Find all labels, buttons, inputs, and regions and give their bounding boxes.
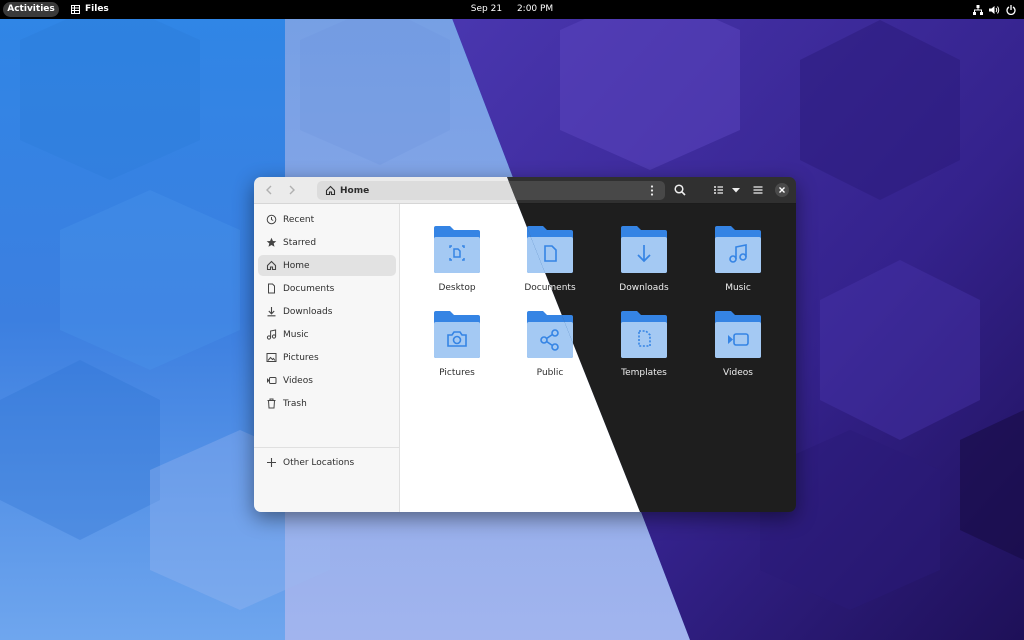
folder-downloads[interactable]: Downloads bbox=[604, 225, 684, 305]
files-window: Home Recent Starred Home Documents Downl… bbox=[254, 177, 796, 512]
sidebar-item-downloads[interactable]: Downloads bbox=[258, 301, 396, 322]
home-icon bbox=[266, 260, 277, 271]
folder-label: Pictures bbox=[439, 368, 475, 378]
home-icon bbox=[325, 185, 336, 196]
clock[interactable]: Sep 21 2:00 PM bbox=[0, 0, 1024, 19]
folder-music[interactable]: Music bbox=[698, 225, 778, 305]
system-tray[interactable] bbox=[973, 0, 1016, 19]
sidebar-item-label: Documents bbox=[283, 283, 335, 294]
clock-date: Sep 21 bbox=[470, 4, 503, 14]
list-view-icon[interactable] bbox=[712, 183, 726, 197]
downloads-folder-icon bbox=[621, 226, 667, 273]
forward-arrow-icon[interactable] bbox=[285, 183, 299, 197]
folder-label: Music bbox=[725, 283, 751, 293]
hamburger-menu-icon[interactable] bbox=[751, 183, 765, 197]
sidebar-item-label: Home bbox=[283, 260, 310, 271]
sidebar-item-label: Downloads bbox=[283, 306, 333, 317]
trash-icon bbox=[267, 398, 276, 409]
search-icon[interactable] bbox=[673, 183, 687, 197]
clock-time: 2:00 PM bbox=[516, 4, 554, 14]
picture-icon bbox=[266, 353, 277, 362]
sidebar-item-documents[interactable]: Documents bbox=[258, 278, 396, 299]
desktop-folder-icon bbox=[434, 226, 480, 273]
sidebar-separator bbox=[254, 447, 400, 448]
network-icon bbox=[973, 4, 983, 15]
sidebar-item-label: Other Locations bbox=[283, 457, 355, 468]
folder-label: Templates bbox=[621, 368, 667, 378]
sidebar-item-label: Recent bbox=[283, 214, 315, 225]
sidebar-item-label: Videos bbox=[283, 375, 313, 386]
folder-templates[interactable]: Templates bbox=[604, 310, 684, 390]
volume-icon bbox=[989, 5, 1000, 14]
path-menu-icon[interactable] bbox=[650, 185, 654, 196]
clock-icon bbox=[266, 214, 277, 225]
folder-label: Videos bbox=[723, 368, 753, 378]
folder-pictures[interactable]: Pictures bbox=[417, 310, 497, 390]
sidebar-item-pictures[interactable]: Pictures bbox=[258, 347, 396, 368]
folder-videos[interactable]: Videos bbox=[698, 310, 778, 390]
music-icon bbox=[266, 329, 277, 340]
sidebar-item-home[interactable]: Home bbox=[258, 255, 396, 276]
sidebar-item-label: Trash bbox=[283, 398, 307, 409]
power-icon bbox=[1006, 4, 1016, 15]
star-icon bbox=[266, 237, 277, 247]
sidebar-item-recent[interactable]: Recent bbox=[258, 209, 396, 230]
back-arrow-icon[interactable] bbox=[262, 183, 276, 197]
top-bar: Activities Files Sep 21 2:00 PM bbox=[0, 0, 1024, 19]
video-icon bbox=[267, 377, 277, 384]
sidebar-item-label: Music bbox=[283, 329, 309, 340]
document-icon bbox=[268, 283, 275, 294]
folder-desktop[interactable]: Desktop bbox=[417, 225, 497, 305]
folder-label: Downloads bbox=[619, 283, 669, 293]
folder-label: Desktop bbox=[438, 283, 476, 293]
pictures-folder-icon bbox=[434, 311, 480, 358]
sidebar-item-other-locations[interactable]: Other Locations bbox=[258, 452, 396, 473]
templates-folder-icon bbox=[621, 311, 667, 358]
sidebar-item-videos[interactable]: Videos bbox=[258, 370, 396, 391]
download-icon bbox=[267, 307, 276, 317]
folder-label: Public bbox=[536, 368, 564, 378]
plus-icon bbox=[267, 458, 276, 467]
sidebar-item-trash[interactable]: Trash bbox=[258, 393, 396, 414]
music-folder-icon bbox=[715, 226, 761, 273]
videos-folder-icon bbox=[715, 311, 761, 358]
sidebar: Recent Starred Home Documents Downloads … bbox=[254, 204, 400, 512]
sidebar-item-music[interactable]: Music bbox=[258, 324, 396, 345]
sidebar-item-label: Starred bbox=[283, 237, 317, 248]
close-button[interactable] bbox=[775, 183, 789, 197]
sidebar-item-starred[interactable]: Starred bbox=[258, 232, 396, 253]
view-options-chevron-icon[interactable] bbox=[729, 183, 743, 197]
sidebar-item-label: Pictures bbox=[283, 352, 319, 363]
close-icon bbox=[779, 187, 785, 193]
path-location-label: Home bbox=[340, 185, 370, 196]
